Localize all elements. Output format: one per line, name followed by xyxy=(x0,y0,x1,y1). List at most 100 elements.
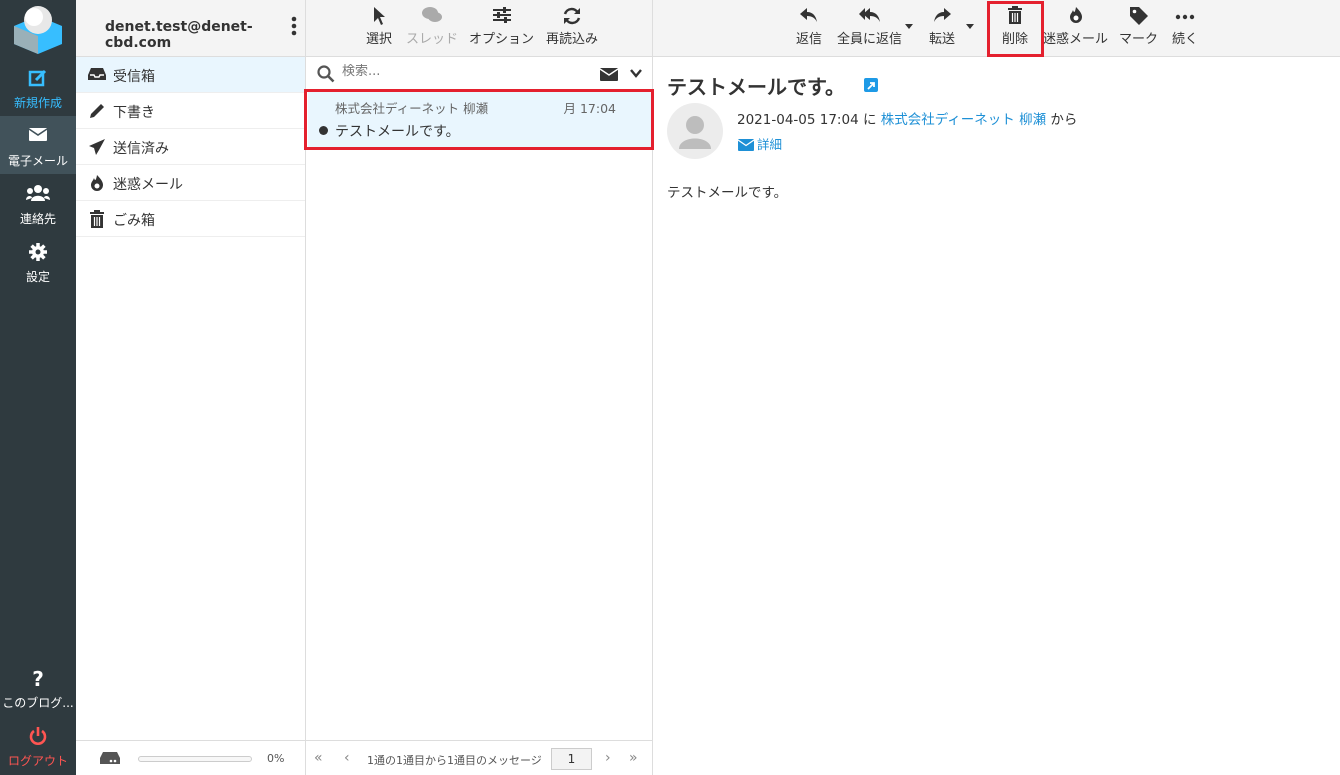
nav-compose[interactable]: 新規作成 xyxy=(0,58,76,116)
sliders-icon xyxy=(469,6,534,28)
highlight-box-message xyxy=(304,89,654,150)
folder-drafts[interactable]: 下書き xyxy=(76,93,305,129)
header-particle-ni: に xyxy=(862,112,877,128)
avatar xyxy=(667,103,723,159)
pencil-icon xyxy=(90,104,104,118)
message-list-panel: 選択 スレッド オプション 再読込み 株式会社ディーネット 柳瀬 月 17:04… xyxy=(304,0,654,775)
folder-label: 下書き xyxy=(113,105,155,121)
message-datetime: 2021-04-05 17:04 xyxy=(737,112,859,128)
nav-contacts-label: 連絡先 xyxy=(19,212,56,226)
forward-icon xyxy=(929,6,955,28)
more-button[interactable]: 続く xyxy=(1172,6,1198,47)
reply-label: 返信 xyxy=(796,32,823,47)
quota-percent: 0% xyxy=(267,752,285,765)
search-icon xyxy=(317,65,335,83)
fire-icon xyxy=(91,175,103,191)
search-bar xyxy=(306,57,652,90)
gear-icon xyxy=(0,242,76,264)
envelope-icon xyxy=(737,139,755,151)
hard-drive-icon xyxy=(100,752,120,764)
details-link[interactable]: 詳細 xyxy=(737,134,783,153)
folder-inbox[interactable]: 受信箱 xyxy=(76,57,305,93)
mark-button[interactable]: マーク xyxy=(1119,6,1158,47)
cursor-icon xyxy=(366,6,392,28)
options-label: オプション xyxy=(469,32,535,47)
power-icon xyxy=(0,726,76,748)
message-title: テストメールです。 xyxy=(667,75,845,99)
folder-junk[interactable]: 迷惑メール xyxy=(76,165,305,201)
folder-panel: denet.test@denet-cbd.com 受信箱 下書き 送信済み 迷惑… xyxy=(76,0,306,775)
reply-button[interactable]: 返信 xyxy=(796,6,822,47)
reply-all-dropdown-icon[interactable] xyxy=(905,24,913,29)
forward-button[interactable]: 転送 xyxy=(929,6,955,47)
nav-compose-label: 新規作成 xyxy=(13,96,62,110)
inbox-icon xyxy=(88,68,106,80)
last-page-icon[interactable]: » xyxy=(629,750,638,766)
page-number-input[interactable]: 1 xyxy=(551,748,592,770)
more-label: 続く xyxy=(1172,32,1199,47)
nav-settings-label: 設定 xyxy=(25,270,50,284)
message-body: テストメールです。 xyxy=(667,185,788,201)
next-page-icon[interactable]: › xyxy=(605,750,611,766)
folder-label: 送信済み xyxy=(113,141,169,157)
forward-dropdown-icon[interactable] xyxy=(966,24,974,29)
ellipsis-icon xyxy=(1172,6,1198,28)
comments-icon xyxy=(406,6,458,28)
reply-icon xyxy=(796,6,822,28)
select-label: 選択 xyxy=(366,32,393,47)
question-icon: ? xyxy=(32,667,44,691)
first-page-icon[interactable]: « xyxy=(314,750,323,766)
sender-link[interactable]: 株式会社ディーネット 柳瀬 xyxy=(881,112,1046,128)
nav-settings[interactable]: 設定 xyxy=(0,232,76,290)
pagination-text: 1通の1通目から1通目のメッセージ xyxy=(367,754,542,767)
envelope-filter-icon[interactable] xyxy=(600,68,618,81)
open-in-window-icon[interactable] xyxy=(864,78,878,92)
nav-about[interactable]: ? このブログ... xyxy=(0,658,76,716)
threads-label: スレッド xyxy=(406,32,459,47)
chevron-down-icon[interactable] xyxy=(630,69,642,78)
refresh-label: 再読込み xyxy=(546,32,599,47)
list-toolbar: 選択 スレッド オプション 再読込み xyxy=(306,0,652,57)
junk-button[interactable]: 迷惑メール xyxy=(1043,6,1108,47)
roundcube-logo[interactable] xyxy=(10,4,66,54)
nav-mail[interactable]: 電子メール xyxy=(0,116,76,174)
message-header-line: 2021-04-05 17:04 に 株式会社ディーネット 柳瀬 から xyxy=(737,108,1077,128)
nav-logout-label: ログアウト xyxy=(7,754,68,768)
folder-trash[interactable]: ごみ箱 xyxy=(76,201,305,237)
tag-icon xyxy=(1119,6,1158,28)
reply-all-label: 全員に返信 xyxy=(837,32,903,47)
fire-icon xyxy=(1043,6,1108,28)
nav-logout[interactable]: ログアウト xyxy=(0,716,76,774)
pagination: « ‹ 1通の1通目から1通目のメッセージ 1 › » xyxy=(306,740,652,775)
folder-label: 迷惑メール xyxy=(113,177,183,193)
reading-pane: 返信 全員に返信 転送 削除 迷惑メール マーク 続く テストメールです。 20… xyxy=(653,0,1340,775)
kebab-menu-icon[interactable] xyxy=(291,16,297,38)
prev-page-icon[interactable]: ‹ xyxy=(344,750,350,766)
junk-label: 迷惑メール xyxy=(1043,32,1109,47)
trash-icon xyxy=(90,210,104,228)
forward-label: 転送 xyxy=(929,32,956,47)
refresh-icon xyxy=(546,6,598,28)
reply-all-icon xyxy=(837,6,902,28)
compose-icon xyxy=(0,68,76,90)
paper-plane-icon xyxy=(89,139,105,155)
quota-indicator: 0% xyxy=(76,740,305,775)
app-nav: 新規作成 電子メール 連絡先 設定 ? このブログ... ログアウト xyxy=(0,0,76,775)
header-particle-kara: から xyxy=(1050,112,1078,128)
message-toolbar: 返信 全員に返信 転送 削除 迷惑メール マーク 続く xyxy=(653,0,1340,57)
reply-all-button[interactable]: 全員に返信 xyxy=(837,6,902,47)
nav-contacts[interactable]: 連絡先 xyxy=(0,174,76,232)
search-input[interactable] xyxy=(342,64,582,79)
folder-sent[interactable]: 送信済み xyxy=(76,129,305,165)
options-button[interactable]: オプション xyxy=(469,6,534,47)
refresh-button[interactable]: 再読込み xyxy=(546,6,598,47)
folder-label: ごみ箱 xyxy=(113,213,155,229)
details-label: 詳細 xyxy=(757,137,783,152)
threads-button[interactable]: スレッド xyxy=(406,6,458,47)
account-header: denet.test@denet-cbd.com xyxy=(76,0,305,57)
highlight-box-delete xyxy=(987,1,1044,57)
nav-about-label: このブログ... xyxy=(2,696,74,710)
mark-label: マーク xyxy=(1119,32,1159,47)
select-button[interactable]: 選択 xyxy=(366,6,392,47)
folder-label: 受信箱 xyxy=(113,69,155,85)
